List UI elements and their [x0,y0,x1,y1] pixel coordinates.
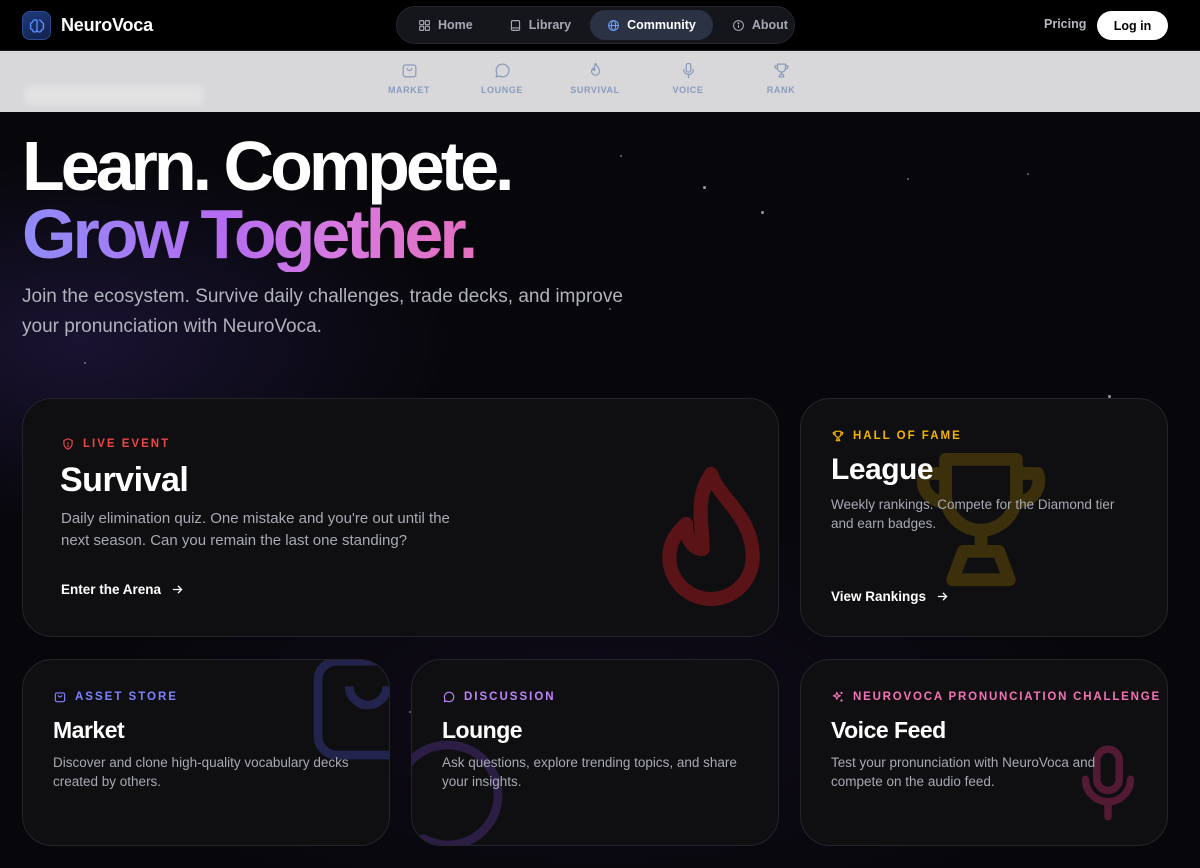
subnav-rank[interactable]: RANK [736,61,826,95]
flame-icon [590,62,600,76]
hero-title-line2: Grow Together. [22,195,478,273]
nav-about-label: About [751,18,788,32]
survival-title: Survival [60,461,189,499]
league-tag-label: HALL OF FAME [853,430,962,442]
view-rankings-link[interactable]: View Rankings [831,589,949,604]
market-description: Discover and clone high-quality vocabula… [53,755,349,789]
grid-icon [419,19,430,31]
view-rankings-label: View Rankings [831,589,927,604]
arrow-right-icon [937,592,948,601]
nav-community[interactable]: Community [590,10,713,40]
subnav-survival-label: SURVIVAL [570,85,620,95]
star [761,211,764,214]
hero-subtitle: Join the ecosystem. Survive daily challe… [22,286,623,337]
star [703,186,706,189]
lounge-tag-label: DISCUSSION [464,691,556,703]
subnav-fade [24,85,204,105]
lounge-tag: DISCUSSION [442,690,556,704]
brand-name: NeuroVoca [61,15,153,35]
sparkles-icon [832,691,843,702]
subnav-lounge-label: LOUNGE [480,85,524,95]
market-tag: ASSET STORE [53,690,178,704]
arrow-right-icon [172,585,183,594]
voice-tag: NEUROVOCA PRONUNCIATION CHALLENGE [831,690,1161,704]
subnav-rank-label: RANK [766,85,796,95]
league-description: Weekly rankings. Compete for the Diamond… [831,497,1115,531]
chat-bubble-icon [443,691,455,703]
nav-about[interactable]: About [715,10,805,40]
subnav-market-label: MARKET [387,85,431,95]
market-card[interactable]: ASSET STORE Market Discover and clone hi… [22,659,390,846]
survival-card[interactable]: LIVE EVENT Survival Daily elimination qu… [22,398,779,637]
main-nav: Home Library Community About [396,6,795,44]
subnav-lounge[interactable]: LOUNGE [457,61,547,95]
nav-library[interactable]: Library [492,10,588,40]
league-card[interactable]: HALL OF FAME League Weekly rankings. Com… [800,398,1168,637]
nav-home-label: Home [438,18,473,32]
brain-icon [22,11,51,40]
globe-icon [608,19,620,31]
voice-description: Test your pronunciation with NeuroVoca a… [831,755,1096,789]
subnav-market[interactable]: MARKET [364,61,454,95]
subnav-survival[interactable]: SURVIVAL [550,61,640,95]
nav-library-label: Library [528,18,572,32]
chat-bubble-icon [495,63,510,78]
league-title: League [831,453,934,486]
enter-arena-label: Enter the Arena [61,582,162,597]
voice-feed-card[interactable]: NEUROVOCA PRONUNCIATION CHALLENGE Voice … [800,659,1168,846]
shopping-bag-icon [54,692,66,703]
league-tag: HALL OF FAME [831,429,962,443]
book-icon [510,19,520,31]
subnav-voice-label: VOICE [672,85,704,95]
top-navbar: NeuroVoca Home Library Community About P… [0,0,1200,51]
survival-tag-label: LIVE EVENT [83,438,171,450]
trophy-icon [773,63,789,78]
lounge-title: Lounge [442,717,523,743]
star [1027,173,1029,175]
star [907,178,909,180]
enter-arena-link[interactable]: Enter the Arena [61,582,184,597]
star [620,155,622,157]
microphone-icon [682,62,694,79]
trophy-icon [832,430,844,442]
shield-icon [63,438,73,450]
lounge-description: Ask questions, explore trending topics, … [442,755,737,789]
nav-home[interactable]: Home [401,10,490,40]
pricing-link[interactable]: Pricing [1044,17,1086,31]
survival-tag: LIVE EVENT [61,437,170,451]
brand[interactable]: NeuroVoca [22,11,153,40]
voice-tag-label: NEUROVOCA PRONUNCIATION CHALLENGE [853,691,1161,703]
survival-description: Daily elimination quiz. One mistake and … [61,510,450,549]
login-button[interactable]: Log in [1097,11,1168,40]
lounge-card[interactable]: DISCUSSION Lounge Ask questions, explore… [411,659,779,846]
community-subnav: MARKET LOUNGE SURVIVAL VOICE RANK [0,51,1200,112]
voice-title: Voice Feed [831,717,946,743]
shopping-bag-icon [402,64,416,78]
market-tag-label: ASSET STORE [75,691,178,703]
flame-background-icon [662,466,760,607]
star [84,362,86,364]
nav-community-label: Community [627,18,696,32]
info-icon [732,19,744,31]
market-title: Market [53,717,125,743]
hero-title-line1: Learn. Compete. [22,127,514,205]
subnav-voice[interactable]: VOICE [643,61,733,95]
